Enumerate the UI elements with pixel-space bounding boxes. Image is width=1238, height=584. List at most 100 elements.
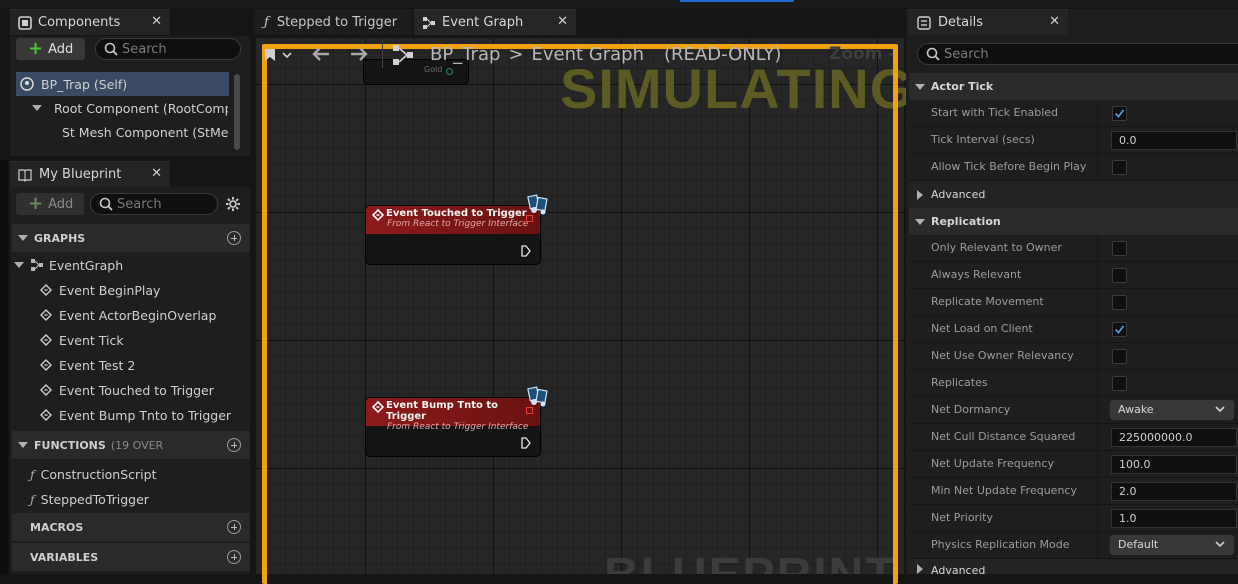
graphs-section-header[interactable]: GRAPHS [12,224,250,252]
add-function-icon[interactable] [227,438,241,452]
checkbox[interactable] [1112,241,1127,256]
close-icon[interactable]: ✕ [557,14,568,29]
checkbox[interactable] [1112,376,1127,391]
graphs-header-label: GRAPHS [34,231,86,245]
breadcrumb-separator: > [508,43,524,65]
macros-section-header[interactable]: MACROS [12,513,250,541]
checkbox[interactable] [1112,160,1127,175]
actor-tick-section[interactable]: Actor Tick [909,73,1238,100]
column-divider [1097,154,1098,180]
checkbox-checked[interactable] [1112,106,1127,121]
event-item[interactable]: Event ActorBeginOverlap [40,303,216,327]
close-icon[interactable]: ✕ [151,14,162,29]
prop-label: Net Load on Client [931,322,1033,335]
components-search-input[interactable]: Search [95,38,241,60]
top-toolbar-strip [0,0,1238,8]
components-icon [18,15,32,30]
tab-stepped-to-trigger[interactable]: ƒ Stepped to Trigger [254,9,412,35]
gear-icon[interactable] [225,196,241,212]
details-search-input[interactable]: Search [917,43,1238,65]
components-tab[interactable]: Components ✕ [10,9,170,35]
tree-item-self[interactable]: BP_Trap (Self) [20,72,228,96]
checkbox[interactable] [1112,268,1127,283]
breadcrumb-current[interactable]: Event Graph [532,44,645,65]
add-graph-icon[interactable] [227,231,241,245]
tree-label: St Mesh Component (StMeshComponent) [62,124,228,140]
variables-section-header[interactable]: VARIABLES [12,543,250,571]
left-edge [0,160,8,574]
plus-icon: + [28,193,44,214]
event-item[interactable]: Event Test 2 [40,353,135,377]
tree-item-mesh[interactable]: St Mesh Component (StMeshComponent) [56,120,228,144]
my-blueprint-tab[interactable]: My Blueprint ✕ [10,161,170,187]
column-divider [1097,451,1098,477]
event-label: Event BeginPlay [59,282,161,298]
chevron-down-icon[interactable] [282,51,292,59]
add-variable-icon[interactable] [227,550,241,564]
prop-label: Net Cull Distance Squared [931,430,1076,443]
event-graph-item[interactable]: EventGraph [14,253,244,277]
advanced-section-2[interactable]: Advanced [909,559,1238,574]
blueprint-search-input[interactable]: Search [90,193,218,215]
close-icon[interactable]: ✕ [151,166,162,181]
breadcrumb-root[interactable]: BP_Trap [430,44,500,65]
close-icon[interactable]: ✕ [1049,14,1060,29]
add-macro-icon[interactable] [227,520,241,534]
column-divider [1097,343,1098,369]
number-field[interactable]: 1.0 [1111,509,1237,528]
event-label: Event Test 2 [59,357,136,373]
checkmark-icon [1114,109,1125,118]
prop-label: Net Update Frequency [931,457,1054,470]
prop-label: Always Relevant [931,268,1022,281]
event-item[interactable]: Event BeginPlay [40,278,160,302]
number-field[interactable]: 225000000.0 [1111,428,1237,447]
replication-section[interactable]: Replication [909,208,1238,235]
checkbox[interactable] [1112,295,1127,310]
event-icon [40,384,52,396]
event-item[interactable]: Event Touched to Trigger [40,378,214,402]
blueprint-add-button[interactable]: + Add [16,193,84,215]
event-item[interactable]: Event Bump Tnto to Trigger [40,403,231,427]
back-arrow-icon[interactable] [312,46,330,62]
section-label: Advanced [931,564,986,574]
chevron-down-icon [1215,406,1225,413]
event-icon [40,334,52,346]
active-indicator [680,0,794,2]
number-field[interactable]: 100.0 [1111,455,1237,474]
graph-icon [423,16,435,29]
functions-count: (19 OVER [110,438,164,452]
bookmark-icon[interactable] [264,48,276,62]
checkbox-checked[interactable] [1112,322,1127,337]
prop-net-dormancy: Net Dormancy Awake [909,397,1238,424]
column-divider [1097,289,1098,315]
components-add-button[interactable]: + Add [16,38,85,60]
physics-mode-dropdown[interactable]: Default [1110,535,1234,555]
search-icon [99,197,113,211]
event-item[interactable]: Event Tick [40,328,124,352]
event-icon [40,409,52,421]
section-label: Actor Tick [931,80,994,93]
number-field[interactable]: 0.0 [1111,131,1237,150]
tree-item-root[interactable]: Root Component (RootComponent) [32,96,228,120]
column-divider [1097,478,1098,504]
advanced-section[interactable]: Advanced [909,181,1238,208]
components-scrollbar[interactable] [234,74,240,150]
functions-section-header[interactable]: FUNCTIONS (19 OVER [12,431,250,459]
dormancy-dropdown[interactable]: Awake [1110,400,1234,420]
details-tab[interactable]: Details ✕ [909,9,1068,35]
components-tab-label: Components [38,15,121,30]
number-field[interactable]: 2.0 [1111,482,1237,501]
function-item[interactable]: ƒ ConstructionScript [30,462,157,486]
function-item[interactable]: ƒ SteppedToTrigger [30,487,149,511]
forward-arrow-icon[interactable] [350,46,368,62]
details-icon [917,15,931,30]
add-label: Add [48,196,74,212]
checkbox[interactable] [1112,349,1127,364]
prop-min-net-update: Min Net Update Frequency 2.0 [909,478,1238,505]
prop-label: Tick Interval (secs) [931,133,1035,146]
event-graph-label: EventGraph [49,257,124,273]
prop-net-load: Net Load on Client [909,316,1238,343]
expand-triangle-icon [32,105,42,111]
checkmark-icon [1114,325,1125,334]
tab-event-graph[interactable]: Event Graph ✕ [414,9,576,35]
